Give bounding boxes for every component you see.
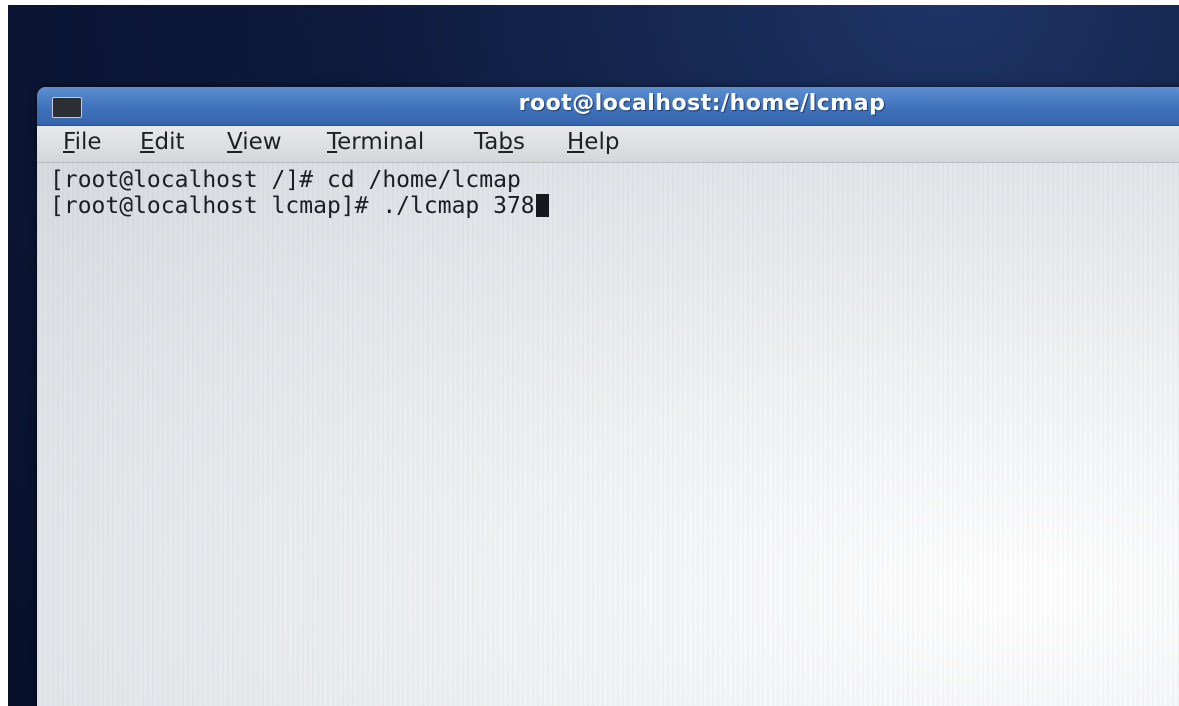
window-title: root@localhost:/home/lcmap (518, 91, 886, 116)
screen: root@localhost:/home/lcmap File Edit Vie… (0, 0, 1179, 706)
terminal-line: [root@localhost /]# cd /home/lcmap (50, 167, 521, 193)
terminal-prompt-line: [root@localhost lcmap]# ./lcmap 378 (50, 193, 549, 219)
menu-terminal[interactable]: Terminal (327, 129, 424, 155)
title-bar[interactable]: root@localhost:/home/lcmap (37, 87, 1179, 126)
terminal-line: [root@localhost lcmap]# ./lcmap 378 (50, 193, 535, 219)
photo-border (0, 5, 8, 706)
text-cursor (535, 194, 549, 217)
menu-help[interactable]: Help (567, 129, 619, 155)
menu-file[interactable]: File (63, 129, 102, 155)
menu-edit[interactable]: Edit (140, 129, 185, 155)
menu-bar: File Edit View Terminal Tabs Help (37, 126, 1179, 163)
menu-tabs[interactable]: Tabs (474, 129, 525, 155)
menu-view[interactable]: View (227, 129, 282, 155)
terminal-output[interactable]: [root@localhost /]# cd /home/lcmap [root… (37, 163, 1179, 706)
terminal-window: root@localhost:/home/lcmap File Edit Vie… (37, 87, 1179, 706)
